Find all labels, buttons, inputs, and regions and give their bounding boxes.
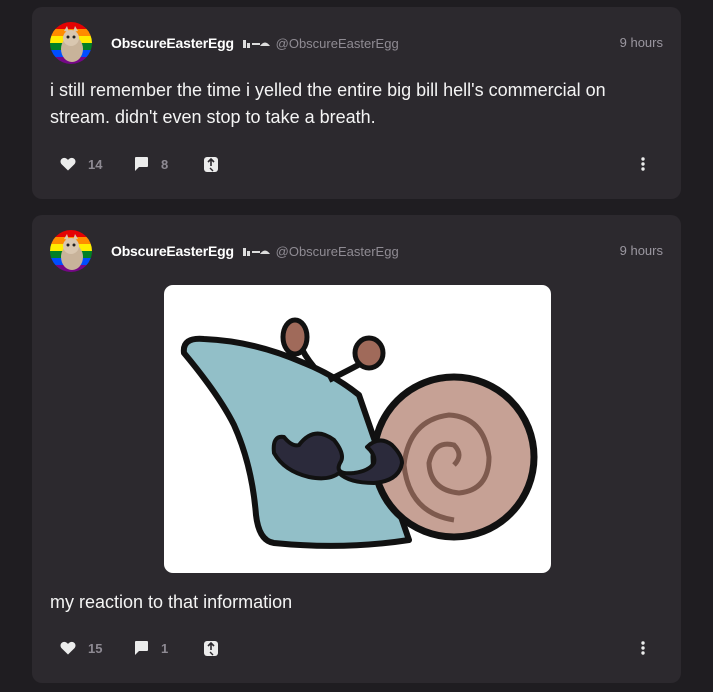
comment-button[interactable]: 8 [133, 154, 168, 174]
comment-bubble-icon [135, 157, 148, 171]
comment-count: 1 [161, 640, 169, 656]
comment-bubble-icon [135, 641, 148, 655]
feed: ObscureEasterEgg @ObscureEasterEgg 9 hou… [0, 0, 713, 692]
badge-icon [242, 245, 270, 261]
post-text: my reaction to that information [50, 592, 293, 612]
post-timestamp[interactable]: 9 hours [620, 35, 663, 50]
comment-count: 8 [161, 156, 169, 172]
author-handle[interactable]: @ObscureEasterEgg [276, 36, 399, 51]
like-count: 15 [88, 640, 103, 656]
post-actions: 15 1 [60, 638, 653, 658]
more-options-button[interactable] [633, 154, 653, 174]
more-vertical-icon [641, 641, 645, 655]
badge-icon [242, 37, 270, 53]
heart-icon [60, 157, 76, 171]
avatar[interactable] [50, 22, 92, 64]
snail-with-mustache-image [180, 317, 538, 549]
post-timestamp[interactable]: 9 hours [620, 243, 663, 258]
heart-icon [60, 641, 76, 655]
share-button[interactable] [203, 154, 219, 174]
avatar[interactable] [50, 230, 92, 272]
share-button[interactable] [203, 638, 219, 658]
post-actions: 14 8 [60, 154, 653, 174]
post-image[interactable] [164, 285, 551, 573]
avatar-icon [50, 22, 92, 64]
author-display-name[interactable]: ObscureEasterEgg [111, 35, 234, 51]
more-vertical-icon [641, 157, 645, 171]
share-icon [204, 156, 218, 172]
author-names: ObscureEasterEgg @ObscureEasterEgg [111, 35, 399, 53]
post-header: ObscureEasterEgg @ObscureEasterEgg 9 hou… [50, 22, 663, 66]
avatar-icon [50, 230, 92, 272]
post-header: ObscureEasterEgg @ObscureEasterEgg 9 hou… [50, 230, 663, 274]
post-text: i still remember the time i yelled the e… [50, 80, 606, 127]
author-handle[interactable]: @ObscureEasterEgg [276, 244, 399, 259]
like-button[interactable]: 14 [60, 154, 102, 174]
post-card[interactable]: ObscureEasterEgg @ObscureEasterEgg 9 hou… [32, 7, 681, 199]
author-display-name[interactable]: ObscureEasterEgg [111, 243, 234, 259]
like-button[interactable]: 15 [60, 638, 102, 658]
post-card[interactable]: ObscureEasterEgg @ObscureEasterEgg 9 hou… [32, 215, 681, 683]
share-icon [204, 640, 218, 656]
comment-button[interactable]: 1 [133, 638, 168, 658]
like-count: 14 [88, 156, 103, 172]
more-options-button[interactable] [633, 638, 653, 658]
author-names: ObscureEasterEgg @ObscureEasterEgg [111, 243, 399, 261]
